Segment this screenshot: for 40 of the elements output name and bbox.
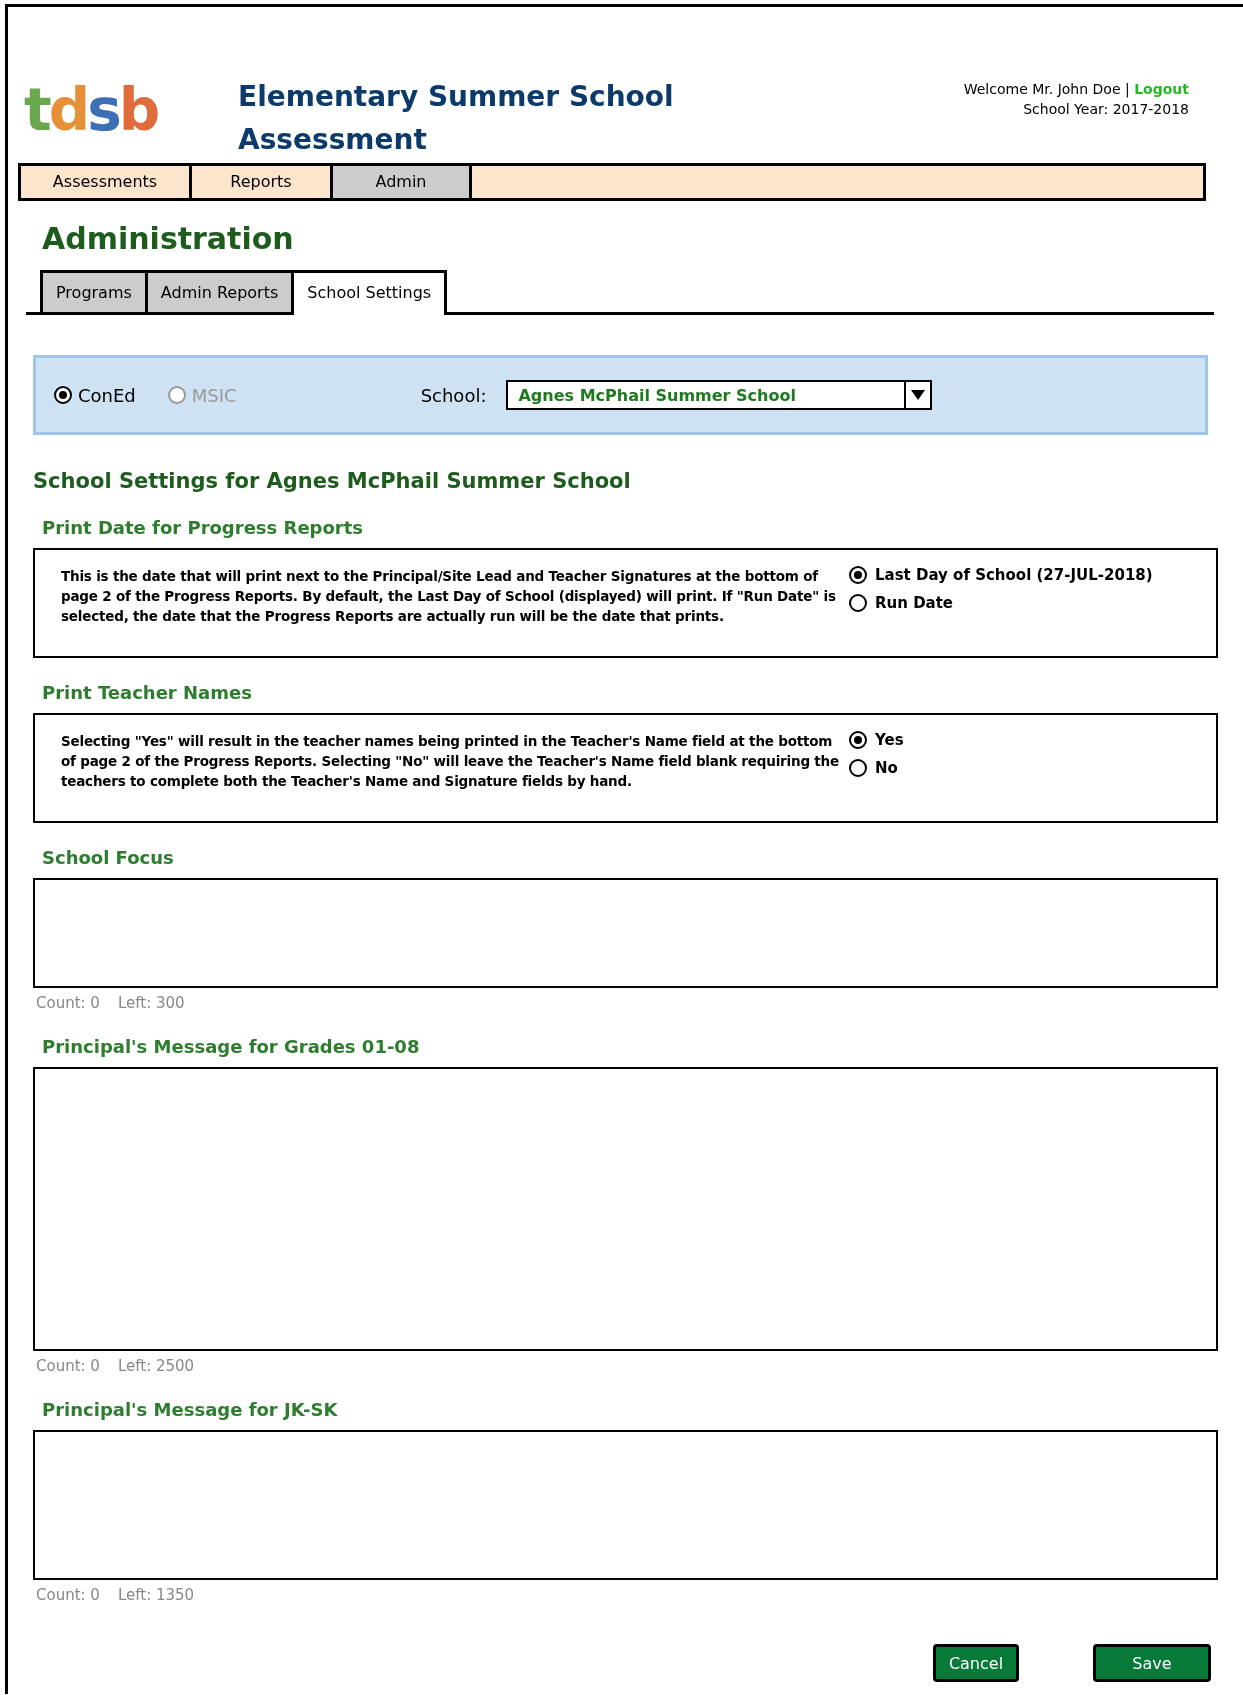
school-dropdown[interactable]: Agnes McPhail Summer School	[506, 380, 933, 410]
description-text: This is the date that will print next to the Principal/Site Lead and Teacher Signatures at the bottom of page 2 of the Progress Reports. By default, the Last Day of School (displayed) will print. If "Run Date" is selected, the date that the Progress Reports are actually run will be the date that prints.	[61, 567, 837, 626]
radio-label: MSIC	[191, 384, 237, 406]
radio-button[interactable]	[849, 594, 867, 612]
radio-button[interactable]	[54, 386, 72, 404]
section-heading: School Settings for Agnes McPhail Summer School	[33, 469, 632, 493]
logo: tdsb	[24, 81, 159, 139]
field-label: School:	[420, 384, 487, 406]
radio-label: Yes	[875, 731, 904, 749]
count-text: Count: 0	[36, 1586, 100, 1604]
text-area[interactable]	[33, 1430, 1218, 1580]
section-title: Principal's Message for Grades 01-08	[42, 1036, 421, 1057]
radio-label: Run Date	[875, 594, 954, 612]
section-title: Print Date for Progress Reports	[42, 517, 365, 538]
section-title: School Focus	[42, 847, 175, 868]
radio-label: No	[875, 759, 898, 777]
welcome-text: Welcome Mr. John Doe |	[963, 81, 1130, 97]
text-area[interactable]	[33, 878, 1218, 988]
radio-label: Last Day of School (27-JUL-2018)	[875, 566, 1153, 584]
radio-button[interactable]	[849, 566, 867, 584]
left-text: Left: 300	[117, 994, 185, 1012]
app-title: Elementary Summer School Assessment	[238, 79, 675, 158]
action-button[interactable]: Cancel	[933, 1644, 1019, 1682]
section-title: Print Teacher Names	[42, 682, 253, 703]
left-text: Left: 1350	[117, 1586, 195, 1604]
action-button[interactable]: Save	[1093, 1644, 1211, 1682]
left-text: Left: 2500	[117, 1357, 195, 1375]
tab[interactable]: School Settings	[291, 270, 448, 315]
section-title: Principal's Message for JK-SK	[42, 1399, 339, 1420]
page-title: Administration	[42, 221, 295, 256]
radio-label: ConEd	[78, 384, 136, 406]
description-text: Selecting "Yes" will result in the teacher names being printed in the Teacher's Name field at the bottom of page 2 of the Progress Reports. Selecting "No" will leave the Teacher's Name field blank requiring the teachers to complete both the Teacher's Name and Signature fields by hand.	[61, 732, 840, 791]
tab[interactable]: Programs	[40, 270, 148, 312]
dropdown-value: Agnes McPhail Summer School	[517, 385, 797, 405]
radio-button[interactable]	[849, 731, 867, 749]
school-year: School Year: 2017-2018	[1022, 100, 1189, 119]
count-text: Count: 0	[36, 994, 100, 1012]
count-text: Count: 0	[36, 1357, 100, 1375]
nav-tab[interactable]: Admin	[333, 166, 472, 198]
radio-button[interactable]	[849, 759, 867, 777]
